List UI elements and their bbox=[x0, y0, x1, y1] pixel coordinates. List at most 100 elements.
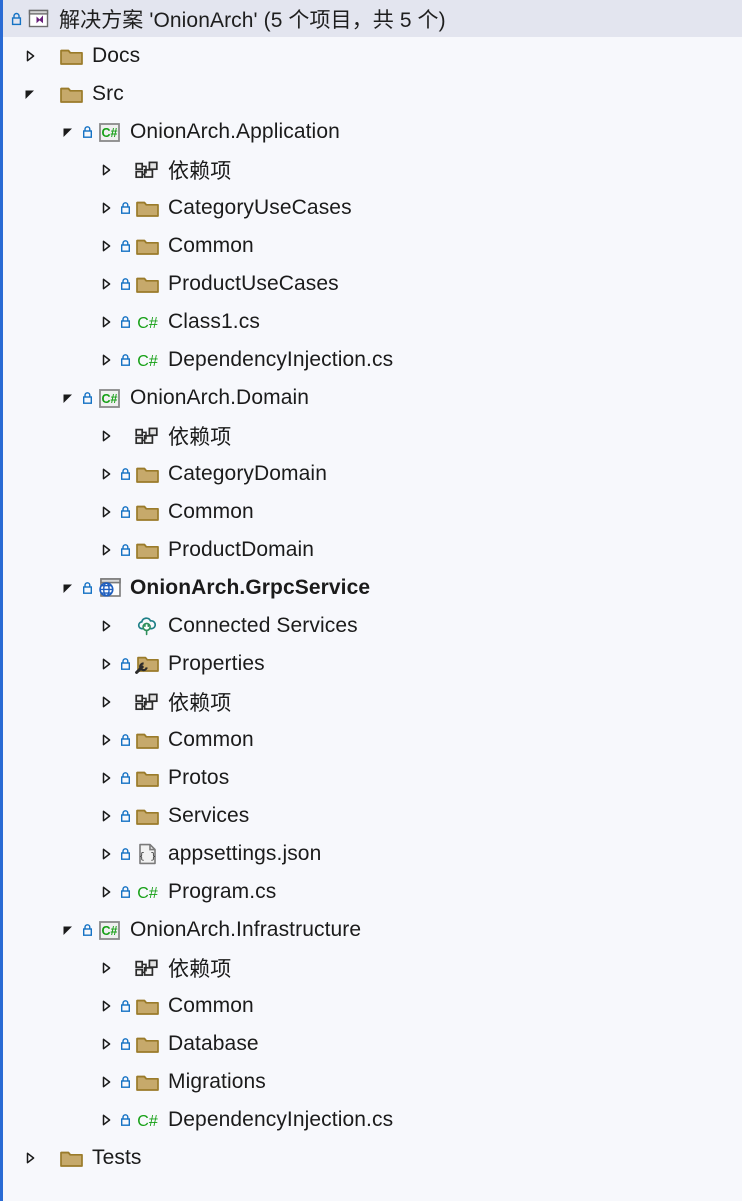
tree-item-label: CategoryUseCases bbox=[168, 196, 352, 220]
expand-toggle-icon[interactable] bbox=[95, 189, 117, 227]
tree-item-label: Properties bbox=[168, 652, 265, 676]
expand-toggle-icon[interactable] bbox=[95, 721, 117, 759]
tree-indent bbox=[3, 550, 95, 551]
tree-item-label: Protos bbox=[168, 766, 229, 790]
svg-text:C#: C# bbox=[137, 1113, 158, 1130]
csharp-file-icon: C# bbox=[134, 873, 160, 911]
expand-toggle-icon[interactable] bbox=[95, 683, 117, 721]
tree-indent bbox=[3, 1158, 19, 1159]
expand-toggle-icon[interactable] bbox=[95, 1063, 117, 1101]
expand-toggle-icon[interactable] bbox=[95, 303, 117, 341]
tree-item[interactable]: 依赖项 bbox=[3, 949, 742, 987]
expand-toggle-icon[interactable] bbox=[95, 759, 117, 797]
expand-toggle-icon[interactable] bbox=[95, 151, 117, 189]
tree-item[interactable]: ProductDomain bbox=[3, 531, 742, 569]
solution-root-row[interactable]: 解决方案 'OnionArch' (5 个项目，共 5 个) bbox=[3, 0, 742, 37]
expand-toggle-icon[interactable] bbox=[95, 1101, 117, 1139]
tree-item[interactable]: Tests bbox=[3, 1139, 742, 1177]
tree-item[interactable]: C#OnionArch.Infrastructure bbox=[3, 911, 742, 949]
tree-item[interactable]: 依赖项 bbox=[3, 417, 742, 455]
expand-toggle-icon[interactable] bbox=[95, 607, 117, 645]
tree-item[interactable]: Src bbox=[3, 75, 742, 113]
tree-item[interactable]: { }appsettings.json bbox=[3, 835, 742, 873]
web-project-icon bbox=[96, 569, 122, 607]
expand-toggle-icon[interactable] bbox=[19, 1139, 41, 1177]
expand-toggle-icon[interactable] bbox=[95, 645, 117, 683]
lock-icon bbox=[117, 759, 134, 797]
collapse-toggle-icon[interactable] bbox=[57, 911, 79, 949]
tree-indent bbox=[3, 1044, 95, 1045]
tree-item[interactable]: Common bbox=[3, 987, 742, 1025]
tree-item[interactable]: OnionArch.GrpcService bbox=[3, 569, 742, 607]
folder-icon bbox=[134, 797, 160, 835]
tree-item[interactable]: Migrations bbox=[3, 1063, 742, 1101]
svg-text:C#: C# bbox=[137, 885, 158, 902]
tree-item[interactable]: C#Class1.cs bbox=[3, 303, 742, 341]
expand-toggle-icon[interactable] bbox=[19, 37, 41, 75]
expand-toggle-icon[interactable] bbox=[95, 949, 117, 987]
tree-item[interactable]: ProductUseCases bbox=[3, 265, 742, 303]
expand-toggle-icon[interactable] bbox=[95, 265, 117, 303]
tree-item-label: Database bbox=[168, 1032, 259, 1056]
tree-item[interactable]: Common bbox=[3, 227, 742, 265]
tree-indent bbox=[3, 930, 57, 931]
tree-item[interactable]: C#DependencyInjection.cs bbox=[3, 1101, 742, 1139]
tree-indent bbox=[3, 1082, 95, 1083]
tree-indent bbox=[3, 626, 95, 627]
lock-placeholder bbox=[117, 683, 134, 721]
tree-item[interactable]: CategoryDomain bbox=[3, 455, 742, 493]
svg-text:C#: C# bbox=[101, 924, 117, 938]
tree-item[interactable]: Common bbox=[3, 721, 742, 759]
lock-icon bbox=[117, 493, 134, 531]
tree-item[interactable]: CategoryUseCases bbox=[3, 189, 742, 227]
tree-item[interactable]: C# Program.cs bbox=[3, 873, 742, 911]
tree-item[interactable]: Protos bbox=[3, 759, 742, 797]
tree-item[interactable]: C#OnionArch.Application bbox=[3, 113, 742, 151]
lock-placeholder bbox=[41, 1139, 58, 1177]
folder-icon bbox=[134, 265, 160, 303]
tree-item[interactable]: C#OnionArch.Domain bbox=[3, 379, 742, 417]
solution-explorer-panel: 解决方案 'OnionArch' (5 个项目，共 5 个) DocsSrcC#… bbox=[0, 0, 742, 1201]
tree-item[interactable]: Common bbox=[3, 493, 742, 531]
tree-item-label: Tests bbox=[92, 1146, 142, 1170]
expand-toggle-icon[interactable] bbox=[95, 531, 117, 569]
folder-icon bbox=[134, 493, 160, 531]
tree-item[interactable]: Database bbox=[3, 1025, 742, 1063]
tree-item[interactable]: 依赖项 bbox=[3, 151, 742, 189]
expand-toggle-icon[interactable] bbox=[95, 873, 117, 911]
collapse-toggle-icon[interactable] bbox=[19, 75, 41, 113]
tree-item[interactable]: Connected Services bbox=[3, 607, 742, 645]
tree-indent bbox=[3, 132, 57, 133]
collapse-toggle-icon[interactable] bbox=[57, 379, 79, 417]
tree-item-label: Common bbox=[168, 728, 254, 752]
expand-toggle-icon[interactable] bbox=[95, 797, 117, 835]
folder-icon bbox=[134, 721, 160, 759]
collapse-toggle-icon[interactable] bbox=[57, 113, 79, 151]
folder-icon bbox=[134, 1063, 160, 1101]
folder-icon bbox=[134, 1025, 160, 1063]
tree-item[interactable]: Docs bbox=[3, 37, 742, 75]
tree-item[interactable]: 依赖项 bbox=[3, 683, 742, 721]
expand-toggle-icon[interactable] bbox=[95, 417, 117, 455]
tree-item[interactable]: C#DependencyInjection.cs bbox=[3, 341, 742, 379]
properties-folder-icon bbox=[134, 645, 160, 683]
expand-toggle-icon[interactable] bbox=[95, 227, 117, 265]
lock-icon bbox=[117, 455, 134, 493]
expand-toggle-icon[interactable] bbox=[95, 835, 117, 873]
dependencies-icon bbox=[134, 151, 160, 189]
lock-icon bbox=[117, 645, 134, 683]
lock-icon bbox=[117, 531, 134, 569]
expand-toggle-icon[interactable] bbox=[95, 987, 117, 1025]
expand-toggle-icon[interactable] bbox=[95, 455, 117, 493]
collapse-toggle-icon[interactable] bbox=[57, 569, 79, 607]
lock-icon bbox=[117, 987, 134, 1025]
tree-item[interactable]: Services bbox=[3, 797, 742, 835]
tree-item[interactable]: Properties bbox=[3, 645, 742, 683]
lock-icon bbox=[117, 721, 134, 759]
tree-item-label: OnionArch.Domain bbox=[130, 386, 309, 410]
expand-toggle-icon[interactable] bbox=[95, 493, 117, 531]
tree-item-label: Program.cs bbox=[168, 880, 276, 904]
expand-toggle-icon[interactable] bbox=[95, 341, 117, 379]
folder-icon bbox=[134, 189, 160, 227]
expand-toggle-icon[interactable] bbox=[95, 1025, 117, 1063]
